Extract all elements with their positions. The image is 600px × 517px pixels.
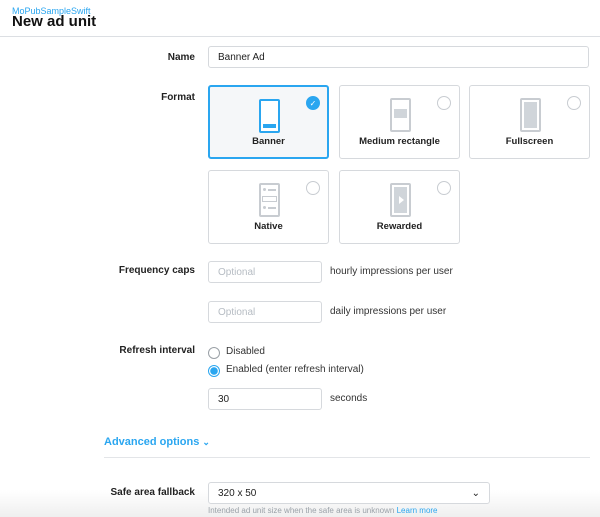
advanced-options-toggle[interactable]: Advanced options ⌄	[104, 436, 210, 448]
header-divider	[0, 36, 600, 37]
refresh-interval-input[interactable]: 30	[208, 388, 322, 410]
seconds-suffix: seconds	[330, 393, 368, 404]
safe-area-help: Intended ad unit size when the safe area…	[208, 506, 438, 515]
hourly-suffix: hourly impressions per user	[330, 266, 453, 277]
refresh-interval-label: Refresh interval	[119, 345, 195, 356]
native-phone-icon	[258, 183, 280, 217]
radio-icon	[437, 181, 451, 195]
placeholder: Optional	[218, 266, 256, 278]
medium-rectangle-phone-icon	[389, 98, 411, 132]
fullscreen-phone-icon	[519, 98, 541, 132]
hourly-cap-input[interactable]: Optional	[208, 261, 322, 283]
help-text: Intended ad unit size when the safe area…	[208, 506, 395, 515]
format-card-native[interactable]: Native	[208, 170, 329, 244]
advanced-options-label: Advanced options	[104, 436, 200, 448]
daily-suffix: daily impressions per user	[330, 306, 447, 317]
banner-phone-icon	[258, 99, 280, 133]
format-card-label: Medium rectangle	[359, 136, 440, 147]
disabled-radio-label[interactable]: Disabled	[226, 346, 265, 357]
radio-icon	[437, 96, 451, 110]
format-card-label: Rewarded	[376, 221, 423, 232]
format-card-rewarded[interactable]: Rewarded	[339, 170, 460, 244]
format-card-medium-rectangle[interactable]: Medium rectangle	[339, 85, 460, 159]
placeholder: Optional	[218, 306, 256, 318]
page-title: New ad unit	[12, 13, 97, 30]
radio-icon	[567, 96, 581, 110]
disabled-radio[interactable]	[208, 347, 220, 359]
check-icon: ✓	[306, 96, 320, 110]
format-card-banner[interactable]: ✓ Banner	[208, 85, 329, 159]
safe-area-value: 320 x 50	[218, 487, 257, 499]
name-value: Banner Ad	[218, 51, 265, 63]
frequency-caps-label: Frequency caps	[118, 265, 195, 276]
refresh-value: 30	[218, 393, 230, 405]
safe-area-select[interactable]: 320 x 50 ⌄	[208, 482, 490, 504]
section-divider	[104, 457, 590, 458]
rewarded-phone-icon	[389, 183, 411, 217]
format-card-fullscreen[interactable]: Fullscreen	[469, 85, 590, 159]
name-label: Name	[167, 52, 195, 63]
format-card-label: Fullscreen	[505, 136, 554, 147]
format-card-label: Native	[254, 221, 283, 232]
enabled-radio[interactable]	[208, 365, 220, 377]
format-card-label: Banner	[252, 136, 285, 147]
chevron-down-icon: ⌄	[471, 487, 480, 499]
chevron-down-icon: ⌄	[202, 437, 210, 447]
enabled-radio-label[interactable]: Enabled (enter refresh interval)	[226, 364, 364, 375]
safe-area-label: Safe area fallback	[110, 487, 196, 498]
learn-more-link[interactable]: Learn more	[397, 506, 438, 515]
format-label: Format	[161, 92, 195, 103]
daily-cap-input[interactable]: Optional	[208, 301, 322, 323]
radio-icon	[306, 181, 320, 195]
name-input[interactable]: Banner Ad	[208, 46, 589, 68]
